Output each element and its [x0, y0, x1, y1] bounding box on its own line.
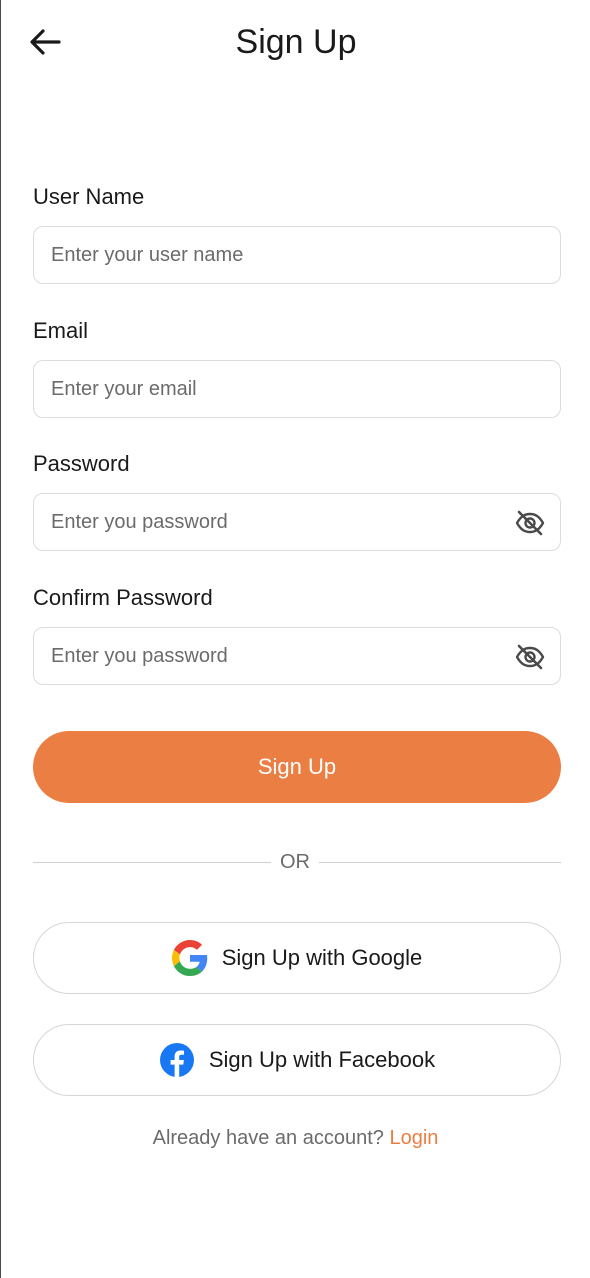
- confirm-password-visibility-toggle[interactable]: [514, 641, 546, 673]
- google-sign-up-button[interactable]: Sign Up with Google: [33, 922, 561, 994]
- google-button-label: Sign Up with Google: [221, 945, 423, 970]
- eye-off-icon: [515, 510, 545, 536]
- or-divider: OR: [33, 848, 561, 876]
- username-label: User Name: [33, 184, 145, 209]
- username-input[interactable]: [34, 227, 560, 283]
- login-prompt-text: Already have an account?: [152, 1127, 384, 1149]
- facebook-button-label: Sign Up with Facebook: [208, 1047, 436, 1072]
- header: Sign Up: [1, 0, 590, 84]
- divider-text: OR: [280, 851, 310, 873]
- username-field-container: [33, 226, 561, 284]
- confirm-password-field-container: [33, 627, 561, 685]
- app-frame: Sign Up User Name Email Password Confirm…: [0, 0, 590, 1278]
- confirm-password-label: Confirm Password: [33, 585, 213, 610]
- email-input[interactable]: [34, 361, 560, 417]
- google-icon: [171, 940, 208, 976]
- eye-off-icon: [515, 644, 545, 670]
- email-field-container: [33, 360, 561, 418]
- divider-line-right: [319, 862, 561, 863]
- email-label: Email: [33, 318, 89, 343]
- password-input[interactable]: [34, 494, 560, 550]
- facebook-sign-up-button[interactable]: Sign Up with Facebook: [33, 1024, 561, 1096]
- login-prompt: Already have an account? Login: [1, 1124, 590, 1152]
- page-title: Sign Up: [235, 23, 357, 61]
- password-field-container: [33, 493, 561, 551]
- facebook-icon: [159, 1042, 195, 1078]
- confirm-password-input[interactable]: [34, 628, 560, 684]
- sign-up-button[interactable]: Sign Up: [33, 731, 561, 803]
- password-label: Password: [33, 451, 130, 476]
- password-visibility-toggle[interactable]: [514, 507, 546, 539]
- login-link[interactable]: Login: [389, 1127, 438, 1149]
- divider-line-left: [33, 862, 271, 863]
